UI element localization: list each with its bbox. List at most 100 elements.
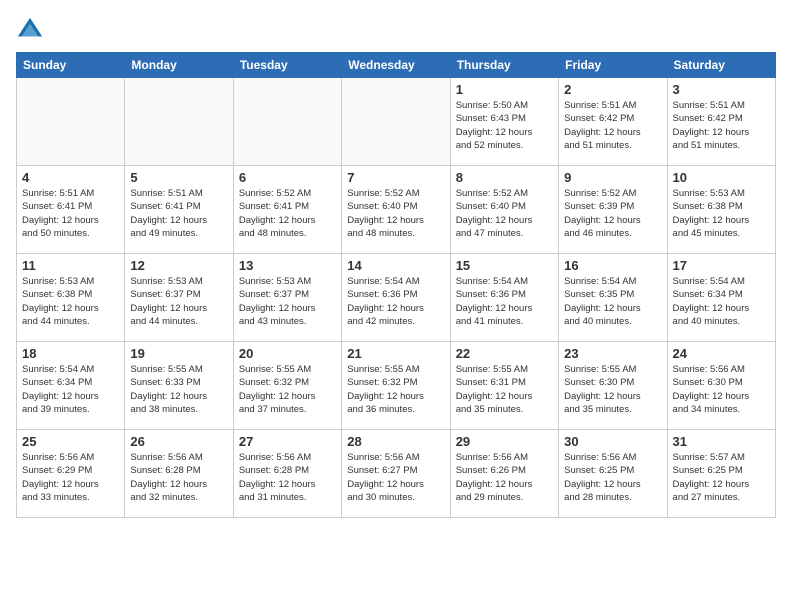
column-header-tuesday: Tuesday <box>233 53 341 78</box>
day-number: 12 <box>130 258 227 273</box>
day-number: 27 <box>239 434 336 449</box>
day-info: Sunrise: 5:54 AM Sunset: 6:36 PM Dayligh… <box>456 275 553 328</box>
day-info: Sunrise: 5:52 AM Sunset: 6:41 PM Dayligh… <box>239 187 336 240</box>
page-header <box>16 16 776 44</box>
calendar-cell: 15 Sunrise: 5:54 AM Sunset: 6:36 PM Dayli… <box>450 254 558 342</box>
calendar-cell: 22Sunrise: 5:55 AM Sunset: 6:31 PM Dayli… <box>450 342 558 430</box>
day-number: 17 <box>673 258 770 273</box>
calendar-cell: 20 Sunrise: 5:55 AM Sunset: 6:32 PM Dayli… <box>233 342 341 430</box>
calendar-cell: 14Sunrise: 5:54 AM Sunset: 6:36 PM Dayli… <box>342 254 450 342</box>
day-info: Sunrise: 5:56 AM Sunset: 6:28 PM Dayligh… <box>130 451 227 504</box>
day-info: Sunrise: 5:56 AM Sunset: 6:25 PM Dayligh… <box>564 451 661 504</box>
calendar-week-2: 4 Sunrise: 5:51 AM Sunset: 6:41 PM Daylig… <box>17 166 776 254</box>
day-number: 30 <box>564 434 661 449</box>
calendar-cell: 25 Sunrise: 5:56 AM Sunset: 6:29 PM Dayli… <box>17 430 125 518</box>
calendar-cell <box>125 78 233 166</box>
day-number: 11 <box>22 258 119 273</box>
day-info: Sunrise: 5:55 AM Sunset: 6:33 PM Dayligh… <box>130 363 227 416</box>
day-number: 3 <box>673 82 770 97</box>
column-header-monday: Monday <box>125 53 233 78</box>
calendar-cell <box>17 78 125 166</box>
calendar-cell: 21 Sunrise: 5:55 AM Sunset: 6:32 PM Dayli… <box>342 342 450 430</box>
day-info: Sunrise: 5:56 AM Sunset: 6:27 PM Dayligh… <box>347 451 444 504</box>
day-info: Sunrise: 5:54 AM Sunset: 6:34 PM Dayligh… <box>22 363 119 416</box>
day-number: 15 <box>456 258 553 273</box>
logo <box>16 16 48 44</box>
day-number: 1 <box>456 82 553 97</box>
calendar-cell: 1Sunrise: 5:50 AM Sunset: 6:43 PM Daylig… <box>450 78 558 166</box>
calendar-cell: 2 Sunrise: 5:51 AM Sunset: 6:42 PM Daylig… <box>559 78 667 166</box>
day-number: 6 <box>239 170 336 185</box>
day-number: 14 <box>347 258 444 273</box>
day-info: Sunrise: 5:51 AM Sunset: 6:41 PM Dayligh… <box>22 187 119 240</box>
calendar-cell <box>233 78 341 166</box>
day-number: 21 <box>347 346 444 361</box>
day-number: 16 <box>564 258 661 273</box>
calendar-cell: 12 Sunrise: 5:53 AM Sunset: 6:37 PM Dayli… <box>125 254 233 342</box>
day-number: 13 <box>239 258 336 273</box>
calendar-cell: 11 Sunrise: 5:53 AM Sunset: 6:38 PM Dayli… <box>17 254 125 342</box>
day-info: Sunrise: 5:53 AM Sunset: 6:38 PM Dayligh… <box>673 187 770 240</box>
day-info: Sunrise: 5:54 AM Sunset: 6:34 PM Dayligh… <box>673 275 770 328</box>
day-number: 7 <box>347 170 444 185</box>
day-number: 8 <box>456 170 553 185</box>
day-number: 4 <box>22 170 119 185</box>
day-number: 23 <box>564 346 661 361</box>
day-info: Sunrise: 5:51 AM Sunset: 6:42 PM Dayligh… <box>564 99 661 152</box>
logo-icon <box>16 16 44 44</box>
calendar-week-3: 11 Sunrise: 5:53 AM Sunset: 6:38 PM Dayli… <box>17 254 776 342</box>
calendar-week-4: 18 Sunrise: 5:54 AM Sunset: 6:34 PM Dayli… <box>17 342 776 430</box>
calendar-cell: 28 Sunrise: 5:56 AM Sunset: 6:27 PM Dayli… <box>342 430 450 518</box>
day-number: 10 <box>673 170 770 185</box>
calendar-cell: 6 Sunrise: 5:52 AM Sunset: 6:41 PM Daylig… <box>233 166 341 254</box>
day-number: 22 <box>456 346 553 361</box>
calendar-cell: 8 Sunrise: 5:52 AM Sunset: 6:40 PM Daylig… <box>450 166 558 254</box>
day-info: Sunrise: 5:56 AM Sunset: 6:28 PM Dayligh… <box>239 451 336 504</box>
calendar-cell: 31 Sunrise: 5:57 AM Sunset: 6:25 PM Dayli… <box>667 430 775 518</box>
calendar-cell: 4 Sunrise: 5:51 AM Sunset: 6:41 PM Daylig… <box>17 166 125 254</box>
calendar-cell: 30 Sunrise: 5:56 AM Sunset: 6:25 PM Dayli… <box>559 430 667 518</box>
calendar-week-1: 1Sunrise: 5:50 AM Sunset: 6:43 PM Daylig… <box>17 78 776 166</box>
calendar-cell: 17 Sunrise: 5:54 AM Sunset: 6:34 PM Dayli… <box>667 254 775 342</box>
calendar-cell: 18 Sunrise: 5:54 AM Sunset: 6:34 PM Dayli… <box>17 342 125 430</box>
day-number: 28 <box>347 434 444 449</box>
calendar-cell: 5Sunrise: 5:51 AM Sunset: 6:41 PM Daylig… <box>125 166 233 254</box>
day-number: 31 <box>673 434 770 449</box>
column-header-saturday: Saturday <box>667 53 775 78</box>
calendar-cell: 29 Sunrise: 5:56 AM Sunset: 6:26 PM Dayli… <box>450 430 558 518</box>
day-number: 20 <box>239 346 336 361</box>
day-number: 2 <box>564 82 661 97</box>
calendar-cell: 13 Sunrise: 5:53 AM Sunset: 6:37 PM Dayli… <box>233 254 341 342</box>
day-number: 18 <box>22 346 119 361</box>
calendar-cell: 16 Sunrise: 5:54 AM Sunset: 6:35 PM Dayli… <box>559 254 667 342</box>
calendar-cell: 3Sunrise: 5:51 AM Sunset: 6:42 PM Daylig… <box>667 78 775 166</box>
day-number: 25 <box>22 434 119 449</box>
calendar-cell: 7Sunrise: 5:52 AM Sunset: 6:40 PM Daylig… <box>342 166 450 254</box>
day-info: Sunrise: 5:56 AM Sunset: 6:26 PM Dayligh… <box>456 451 553 504</box>
day-number: 9 <box>564 170 661 185</box>
day-info: Sunrise: 5:57 AM Sunset: 6:25 PM Dayligh… <box>673 451 770 504</box>
day-number: 29 <box>456 434 553 449</box>
column-header-wednesday: Wednesday <box>342 53 450 78</box>
calendar-header-row: SundayMondayTuesdayWednesdayThursdayFrid… <box>17 53 776 78</box>
day-info: Sunrise: 5:52 AM Sunset: 6:40 PM Dayligh… <box>456 187 553 240</box>
day-number: 19 <box>130 346 227 361</box>
calendar-cell: 27 Sunrise: 5:56 AM Sunset: 6:28 PM Dayli… <box>233 430 341 518</box>
day-info: Sunrise: 5:54 AM Sunset: 6:35 PM Dayligh… <box>564 275 661 328</box>
day-info: Sunrise: 5:56 AM Sunset: 6:29 PM Dayligh… <box>22 451 119 504</box>
day-info: Sunrise: 5:55 AM Sunset: 6:32 PM Dayligh… <box>239 363 336 416</box>
day-number: 24 <box>673 346 770 361</box>
calendar-week-5: 25 Sunrise: 5:56 AM Sunset: 6:29 PM Dayli… <box>17 430 776 518</box>
day-info: Sunrise: 5:53 AM Sunset: 6:38 PM Dayligh… <box>22 275 119 328</box>
day-number: 5 <box>130 170 227 185</box>
calendar-cell: 23Sunrise: 5:55 AM Sunset: 6:30 PM Dayli… <box>559 342 667 430</box>
calendar-cell: 9Sunrise: 5:52 AM Sunset: 6:39 PM Daylig… <box>559 166 667 254</box>
calendar-cell: 24Sunrise: 5:56 AM Sunset: 6:30 PM Dayli… <box>667 342 775 430</box>
day-info: Sunrise: 5:53 AM Sunset: 6:37 PM Dayligh… <box>239 275 336 328</box>
calendar-cell <box>342 78 450 166</box>
column-header-sunday: Sunday <box>17 53 125 78</box>
day-info: Sunrise: 5:53 AM Sunset: 6:37 PM Dayligh… <box>130 275 227 328</box>
day-info: Sunrise: 5:55 AM Sunset: 6:32 PM Dayligh… <box>347 363 444 416</box>
calendar-cell: 10 Sunrise: 5:53 AM Sunset: 6:38 PM Dayli… <box>667 166 775 254</box>
calendar-table: SundayMondayTuesdayWednesdayThursdayFrid… <box>16 52 776 518</box>
